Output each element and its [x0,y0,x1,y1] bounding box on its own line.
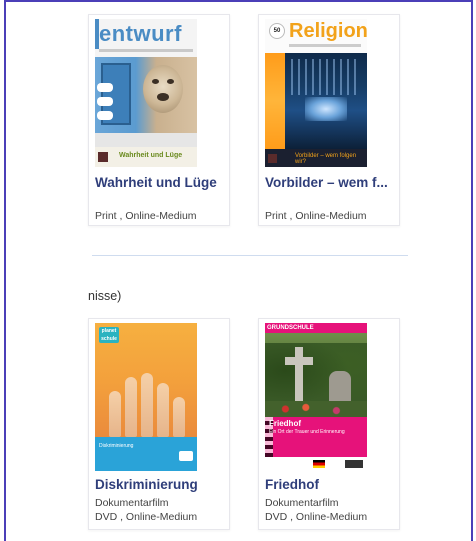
card-title[interactable]: Wahrheit und Lüge [95,175,227,190]
card-title[interactable]: Diskriminierung [95,477,227,492]
stone-face-eye [152,79,159,84]
card-formats: Print , Online-Medium [265,210,367,222]
speech-bubble [97,97,113,106]
media-card[interactable]: entwurf Wahrheit und Lüge Wahrheit und L… [88,14,230,226]
finger-puppet-graphic [125,377,137,437]
cover-subtitle: Vorbilder – wem folgen wir? [295,153,357,165]
stone-face-graphic [143,65,183,113]
stone-face-mouth [157,93,169,101]
stone-face-eye [167,79,174,84]
finger-puppet-graphic [141,373,153,437]
section-divider [92,255,408,256]
speech-bubble [97,83,113,92]
german-flag-icon [313,460,325,468]
cover-subtitle: Ein Ort der Trauer und Erinnerung [269,429,345,435]
media-card[interactable]: 50 Religion Vorbilder – wem folgen wir? … [258,14,400,226]
cover-image[interactable]: 50 Religion Vorbilder – wem folgen wir? [265,19,367,167]
finger-puppet-graphic [157,383,169,437]
cover-image[interactable]: entwurf Wahrheit und Lüge [95,19,197,167]
speech-bubble [97,111,113,120]
card-formats: Print , Online-Medium [95,210,197,222]
card-title[interactable]: Friedhof [265,477,397,492]
cover-subtitle: Wahrheit und Lüge [119,152,183,159]
cover-logo: entwurf [99,21,182,46]
light-glow-graphic [305,97,347,121]
publisher-logo [179,451,193,461]
cover-category: GRUNDSCHULE [267,325,314,331]
cover-subline [289,44,361,47]
publisher-tag: planet schule [99,327,119,343]
cover-strip [95,133,197,147]
cover-logo: Religion [289,20,367,42]
section-heading: nisse) [88,289,122,303]
cross-graphic [295,347,303,401]
gravestone-graphic [329,371,351,401]
cover-subtitle: Diskriminierung [99,443,134,449]
content-frame: entwurf Wahrheit und Lüge Wahrheit und L… [4,0,473,541]
light-stripes-graphic [291,59,361,95]
cover-image[interactable]: GRUNDSCHULE Friedhof Ein Ort der Trauer … [265,323,367,471]
card-formats: DVD , Online-Medium [95,511,198,523]
cover-title: Friedhof [269,419,301,428]
publisher-badge [268,154,277,163]
flowers-graphic [265,401,367,417]
cover-subline [99,49,193,52]
card-type: Dokumentarfilm [95,497,169,509]
cross-graphic [285,357,313,365]
publisher-logo [345,460,363,468]
issue-badge: 50 [269,23,285,39]
card-formats: DVD , Online-Medium [265,511,368,523]
cover-image[interactable]: planet schule Diskriminierung [95,323,197,471]
card-title[interactable]: Vorbilder – wem f... [265,175,397,190]
card-type: Dokumentarfilm [265,497,339,509]
cover-side-band [265,53,285,149]
finger-puppet-graphic [109,391,121,437]
media-card[interactable]: planet schule Diskriminierung Diskrimini… [88,318,230,530]
publisher-badge [98,152,108,162]
finger-puppet-graphic [173,397,185,437]
media-card[interactable]: GRUNDSCHULE Friedhof Ein Ort der Trauer … [258,318,400,530]
